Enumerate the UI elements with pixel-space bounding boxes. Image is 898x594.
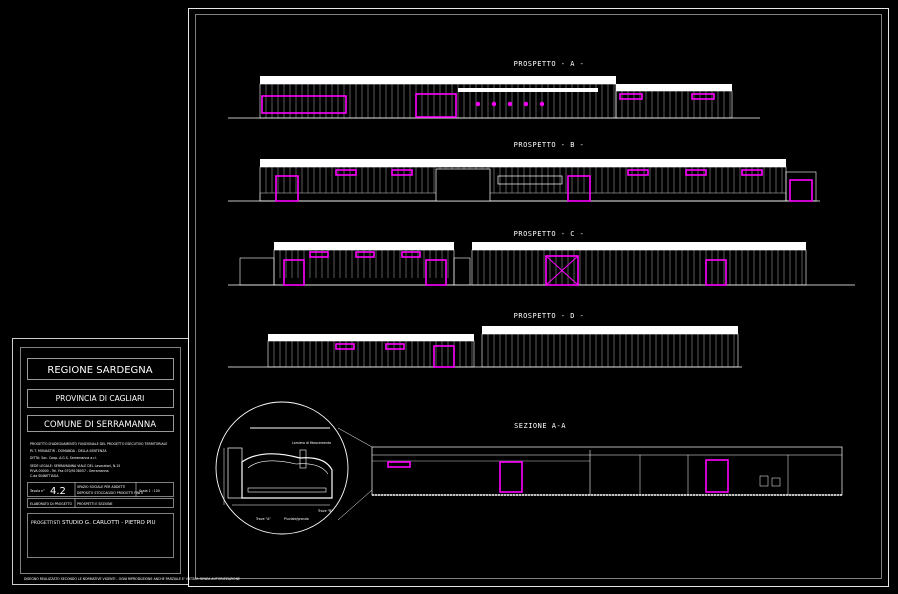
elevation-a-title: PROSPETTO - A - bbox=[514, 60, 585, 68]
detail-callout: Lamiera di fibrocemento Trave "A" Trave … bbox=[215, 401, 349, 535]
elevation-a bbox=[228, 76, 760, 119]
subject-line-2: DEPOSITO STOCCAGGIO PRODOTTI FINITI bbox=[77, 491, 143, 495]
detail-label-gutter: Pluviale/gronda bbox=[284, 517, 309, 521]
table-number: 4.2 bbox=[50, 486, 66, 497]
elevation-b bbox=[228, 159, 820, 202]
subject-line-1: SPAZIO SOCIALE PER ADDETTI bbox=[77, 485, 125, 489]
detail-label-beam-b: Trave "B" bbox=[317, 509, 333, 513]
detail-label-sheet: Lamiera di fibrocemento bbox=[292, 441, 331, 445]
table-number-label: Tavola n° bbox=[29, 489, 45, 493]
elevation-d-title: PROSPETTO - D - bbox=[514, 312, 585, 320]
sheet-frame bbox=[188, 8, 889, 587]
elevation-c bbox=[228, 242, 855, 286]
project-line-4: SEDE LEGALE: SERRAMANNA VIALE DEL Lavora… bbox=[30, 464, 120, 468]
project-line-6: C.da SINNITTIAGA bbox=[30, 474, 59, 478]
municipality-name: COMUNE DI SERRAMANNA bbox=[44, 420, 156, 430]
project-line-2: P.I.T. MONASTIR - DOMANDA - DELLA SENTEN… bbox=[30, 449, 107, 453]
detail-label-beam-a: Trave "A" bbox=[255, 517, 271, 521]
province-name: PROVINCIA DI CAGLIARI bbox=[56, 394, 145, 403]
drawing-type: PROSPETTI E SEZIONE bbox=[77, 502, 113, 506]
elevation-d bbox=[228, 326, 742, 368]
footer-note: DISEGNO REALIZZATO SECONDO LE NORMATIVE … bbox=[24, 577, 240, 581]
project-line-3: DITTA: Soc. Coop. A.G.S. Serramanna a.r.… bbox=[30, 456, 97, 460]
elevation-c-title: PROSPETTO - C - bbox=[514, 230, 585, 238]
project-line-5: P.IVA 00000 - Tel. Fax 070/9138057 - Ser… bbox=[30, 469, 109, 473]
designer-name: STUDIO G. CARLOTTI - PIETRO PIU bbox=[62, 520, 156, 526]
section-title: SEZIONE A-A bbox=[514, 422, 566, 430]
section-a-a bbox=[337, 427, 843, 521]
project-line-1: PROGETTO D'ADEGUAMENTO FUNZIONALE DEL PR… bbox=[30, 442, 167, 446]
scale-text: Scala 1 : 100 bbox=[139, 489, 160, 493]
designer-label: PROGETTISTI bbox=[31, 520, 60, 526]
drawing-type-label: ELABORATO DI PROGETTO bbox=[30, 502, 73, 506]
region-name: REGIONE SARDEGNA bbox=[47, 365, 152, 376]
elevation-b-title: PROSPETTO - B - bbox=[514, 141, 585, 149]
title-block: REGIONE SARDEGNA PROVINCIA DI CAGLIARI C… bbox=[12, 338, 240, 585]
